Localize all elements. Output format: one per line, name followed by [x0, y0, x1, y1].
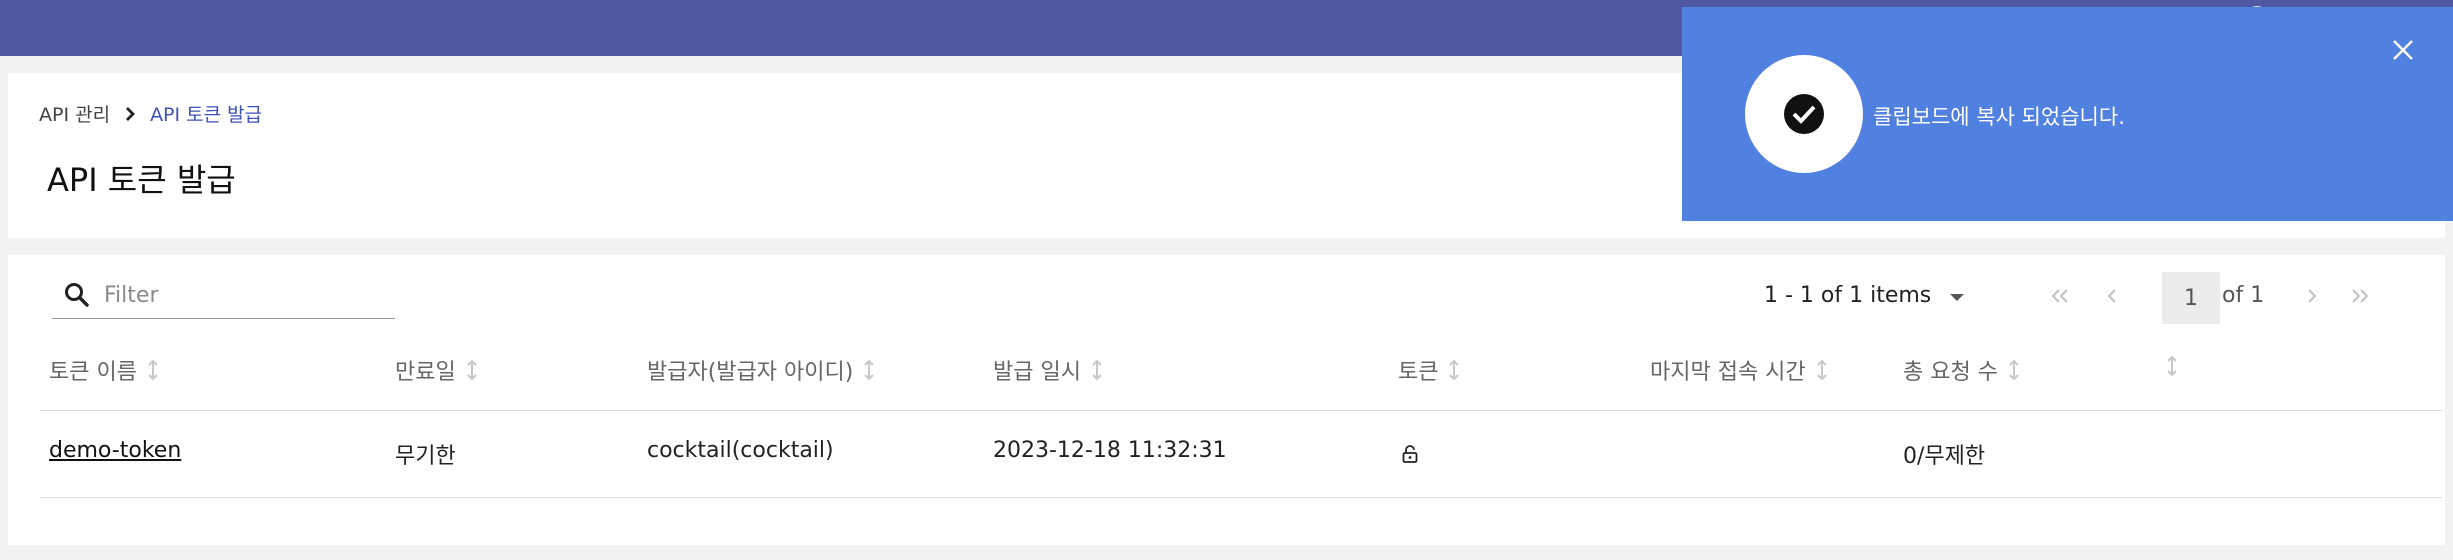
last-page-icon[interactable]	[2346, 282, 2374, 310]
column-header-actions[interactable]	[2156, 354, 2178, 378]
caret-down-icon[interactable]	[1950, 294, 1964, 301]
breadcrumb-current: API 토큰 발급	[150, 104, 263, 126]
sort-icon	[863, 358, 875, 382]
issuer-cell: cocktail(cocktail)	[647, 438, 834, 463]
column-header-token[interactable]: 토큰	[1398, 354, 1460, 386]
column-label: 총 요청 수	[1903, 360, 1998, 385]
row-divider	[40, 497, 2442, 498]
close-icon[interactable]	[2387, 34, 2419, 66]
page-title: API 토큰 발급	[47, 161, 236, 199]
next-page-icon[interactable]	[2298, 282, 2326, 310]
column-label: 만료일	[395, 360, 456, 385]
sort-icon	[2166, 354, 2178, 378]
issued-at-cell: 2023-12-18 11:32:31	[993, 438, 1227, 463]
column-header-total-requests[interactable]: 총 요청 수	[1903, 354, 2020, 386]
sort-icon	[1448, 358, 1460, 382]
sort-icon	[147, 358, 159, 382]
column-label: 마지막 접속 시간	[1650, 360, 1806, 385]
token-name-link[interactable]: demo-token	[49, 438, 181, 463]
toast-message: 클립보드에 복사 되었습니다.	[1873, 105, 2125, 129]
column-label: 토큰 이름	[49, 360, 137, 385]
toast-icon-circle	[1745, 55, 1863, 173]
column-header-issued-at[interactable]: 발급 일시	[993, 354, 1103, 386]
chevron-right-icon	[124, 106, 136, 122]
column-label: 발급자(발급자 아이디)	[647, 360, 854, 385]
breadcrumb-parent-link[interactable]: API 관리	[39, 100, 110, 127]
column-header-token-name[interactable]: 토큰 이름	[49, 354, 159, 386]
lock-icon[interactable]	[1401, 444, 1419, 464]
filter-field	[52, 272, 395, 319]
pagination-range-text: 1 - 1 of 1 items	[1764, 283, 1932, 308]
sort-icon	[2008, 358, 2020, 382]
sort-icon	[466, 358, 478, 382]
column-header-last-access[interactable]: 마지막 접속 시간	[1650, 354, 1828, 386]
expiry-cell: 무기한	[395, 444, 456, 469]
first-page-icon[interactable]	[2046, 282, 2074, 310]
previous-page-icon[interactable]	[2098, 282, 2126, 310]
page-total-text: of 1	[2222, 283, 2265, 308]
search-icon	[64, 282, 90, 308]
column-header-issuer[interactable]: 발급자(발급자 아이디)	[647, 354, 875, 386]
column-label: 발급 일시	[993, 360, 1081, 385]
column-header-expiry[interactable]: 만료일	[395, 354, 478, 386]
sort-icon	[1816, 358, 1828, 382]
check-circle-icon	[1782, 92, 1826, 136]
sort-icon	[1091, 358, 1103, 382]
filter-input[interactable]	[102, 281, 366, 309]
page-number-input[interactable]	[2162, 272, 2220, 324]
column-label: 토큰	[1398, 360, 1439, 385]
total-requests-cell: 0/무제한	[1903, 444, 1986, 469]
toast-notification: 클립보드에 복사 되었습니다.	[1682, 7, 2453, 221]
breadcrumb: API 관리 API 토큰 발급	[39, 100, 262, 127]
header-divider	[40, 410, 2442, 411]
